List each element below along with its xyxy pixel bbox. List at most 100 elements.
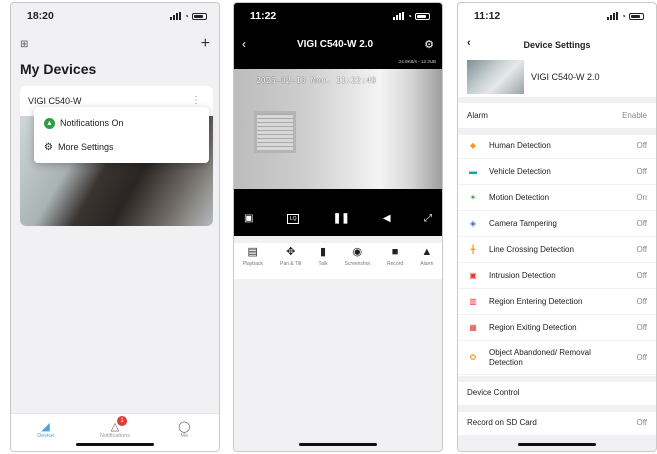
- battery-icon: [192, 12, 207, 20]
- setting-label: Vehicle Detection: [489, 167, 551, 176]
- setting-region-entering[interactable]: ▥ Region Entering Detection Off: [458, 289, 656, 315]
- fullscreen-toggle-icon[interactable]: ▣: [244, 213, 253, 224]
- signal-icon: [607, 12, 619, 20]
- home-indicator: [76, 443, 154, 446]
- device-header: VIGI C540-W 2.0: [467, 59, 656, 95]
- ceiling-vent: [254, 111, 296, 153]
- notification-badge: 1: [116, 416, 127, 426]
- setting-value: Off: [636, 245, 647, 254]
- status-bar: 11:22 ◔: [234, 3, 442, 29]
- tab-device[interactable]: ◢ Device: [11, 414, 80, 451]
- device-thumbnail: [467, 60, 524, 94]
- more-options-icon[interactable]: ⋮: [191, 95, 201, 106]
- setting-value: Off: [636, 323, 647, 332]
- region-enter-icon: ▥: [469, 297, 477, 306]
- setting-vehicle-detection[interactable]: ▬ Vehicle Detection Off: [458, 159, 656, 185]
- live-video[interactable]: 2023-02-13 Mon. 11:22:49: [234, 69, 442, 189]
- video-record-icon: ■: [391, 246, 399, 258]
- setting-label: Human Detection: [489, 141, 551, 150]
- setting-value: Off: [636, 141, 647, 150]
- device-name: VIGI C540-W 2.0: [531, 72, 600, 82]
- page-title: My Devices: [20, 61, 97, 77]
- add-device-button[interactable]: +: [201, 35, 210, 53]
- setting-motion-detection[interactable]: ✶ Motion Detection On: [458, 185, 656, 211]
- nav-bar: ‹ Device Settings: [458, 37, 656, 53]
- microphone-icon: ▮: [319, 246, 327, 258]
- menu-item-label: More Settings: [57, 142, 114, 152]
- person-icon: ◯: [178, 421, 191, 433]
- setting-value: Off: [636, 297, 647, 306]
- setting-label: Motion Detection: [489, 193, 550, 202]
- setting-label: Region Exiting Detection: [489, 323, 577, 332]
- person-icon: ◆: [469, 141, 477, 150]
- line-crossing-icon: ╋: [470, 245, 476, 254]
- page-title: Device Settings: [523, 40, 591, 50]
- gear-icon[interactable]: ⚙: [424, 38, 434, 51]
- car-icon: ▬: [469, 167, 477, 176]
- home-indicator: [299, 443, 377, 446]
- setting-record-sd[interactable]: Record on SD Card Off: [458, 410, 656, 436]
- tool-talk[interactable]: ▮ Talk: [319, 243, 328, 279]
- setting-line-crossing[interactable]: ╋ Line Crossing Detection Off: [458, 237, 656, 263]
- wifi-icon: ◔: [407, 11, 412, 21]
- region-exit-icon: ▦: [469, 323, 477, 332]
- page-title: VIGI C540-W 2.0: [296, 38, 374, 50]
- setting-intrusion[interactable]: ▣ Intrusion Detection Off: [458, 263, 656, 289]
- tool-screenshot[interactable]: ◉ Screenshot: [345, 243, 370, 279]
- expand-icon[interactable]: ⤢: [424, 213, 432, 224]
- section-label: Device Control: [467, 388, 520, 397]
- status-icons: ◔: [607, 12, 644, 21]
- status-bar: 11:12 ◔: [458, 3, 656, 29]
- tool-label: Talk: [318, 261, 328, 267]
- signal-icon: [170, 12, 182, 20]
- status-time: 11:22: [250, 10, 277, 22]
- device-name: VIGI C540-W: [28, 96, 82, 106]
- quality-button[interactable]: LQ: [286, 213, 300, 224]
- setting-value: Off: [636, 219, 647, 228]
- back-icon[interactable]: ‹: [242, 37, 246, 51]
- setting-camera-tampering[interactable]: ◈ Camera Tampering Off: [458, 211, 656, 237]
- gear-icon: ⚙: [44, 141, 53, 153]
- tab-me[interactable]: ◯ Me: [150, 414, 219, 451]
- setting-alarm[interactable]: Alarm Enable: [458, 103, 656, 129]
- tool-alarm[interactable]: ▲ Alarm: [420, 243, 433, 279]
- status-bar: 18:20 ◔: [11, 3, 219, 29]
- home-indicator: [518, 443, 596, 446]
- tool-label: Screenshot: [344, 261, 370, 267]
- tool-label: Pan & Tilt: [280, 261, 302, 267]
- bitrate-readout: 24.0KB/s - 12.3UB: [398, 59, 436, 64]
- pan-tilt-icon: ✥: [286, 246, 296, 258]
- tool-pan-tilt[interactable]: ✥ Pan & Tilt: [280, 243, 301, 279]
- status-icons: ◔: [393, 12, 430, 21]
- phone-my-devices: 18:20 ◔ ⊞ + My Devices VIGI C540-W ⋮ ▲ N…: [10, 2, 220, 452]
- tool-bar: ▤ Playback ✥ Pan & Tilt ▮ Talk ◉ Screenshot …: [234, 243, 442, 279]
- setting-value: On: [636, 193, 647, 202]
- setting-value: Off: [636, 353, 647, 362]
- menu-item-notifications[interactable]: ▲ Notifications On: [34, 111, 209, 135]
- setting-label: Record on SD Card: [467, 418, 537, 427]
- scan-icon[interactable]: ⊞: [20, 39, 28, 50]
- tab-label: Me: [180, 433, 189, 439]
- tool-label: Record: [387, 261, 404, 267]
- setting-label: Line Crossing Detection: [489, 245, 574, 254]
- setting-region-exiting[interactable]: ▦ Region Exiting Detection Off: [458, 315, 656, 341]
- signal-icon: [393, 12, 405, 20]
- live-view-header: 11:22 ◔ ‹ VIGI C540-W 2.0 ⚙ 24.0KB/s - 1…: [234, 3, 442, 236]
- wifi-icon: ◔: [621, 11, 626, 21]
- timestamp-overlay: 2023-02-13 Mon. 11:22:49: [256, 76, 377, 85]
- tool-playback[interactable]: ▤ Playback: [243, 243, 263, 279]
- volume-icon[interactable]: ◀: [383, 213, 391, 224]
- setting-label: Region Entering Detection: [489, 297, 583, 306]
- setting-label: Camera Tampering: [489, 219, 557, 228]
- menu-item-more-settings[interactable]: ⚙ More Settings: [34, 135, 209, 159]
- setting-value: Off: [636, 418, 647, 427]
- setting-object-abandoned[interactable]: ❂ Object Abandoned/ Removal Detection Of…: [458, 341, 656, 375]
- setting-label: Alarm: [467, 111, 488, 120]
- setting-label: Intrusion Detection: [489, 271, 556, 280]
- camera-icon: ◢: [41, 421, 50, 433]
- tool-record[interactable]: ■ Record: [387, 243, 403, 279]
- setting-human-detection[interactable]: ◆ Human Detection Off: [458, 133, 656, 159]
- nav-bar: ‹ VIGI C540-W 2.0 ⚙: [234, 37, 442, 51]
- back-icon[interactable]: ‹: [467, 37, 471, 49]
- pause-icon[interactable]: ❚❚: [333, 213, 350, 224]
